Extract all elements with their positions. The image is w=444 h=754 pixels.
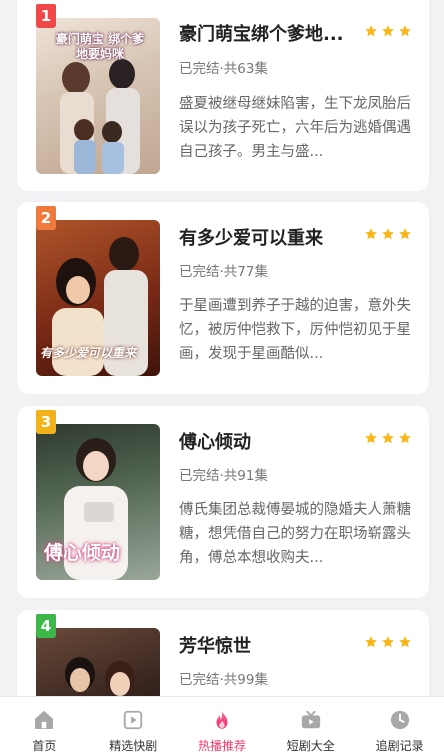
tv-icon — [301, 710, 320, 729]
rating-stars — [364, 24, 412, 38]
drama-title[interactable]: 豪门萌宝绑个爹地... — [179, 20, 357, 46]
tab-label: 精选快剧 — [109, 739, 158, 753]
episode-status: 已完结·共99集 — [179, 672, 268, 688]
home-icon — [35, 711, 54, 729]
drama-poster[interactable]: 有多少爱可以重来 — [36, 220, 160, 376]
drama-title[interactable]: 傅心倾动 — [179, 428, 357, 454]
tab-label: 首页 — [32, 739, 57, 753]
poster-title: 豪门萌宝 绑个爹地要妈咪 — [55, 32, 145, 61]
drama-description: 傅氏集团总裁傅晏城的隐婚夫人萧糖糖，想凭借自己的努力在职场崭露头角，傅总本想收购… — [179, 502, 411, 566]
drama-feed[interactable]: 1 豪门萌宝 绑个爹地要妈咪 豪门萌宝绑个爹地... 已完结·共63集 盛夏被继… — [0, 0, 444, 696]
episode-status: 已完结·共91集 — [179, 468, 268, 484]
tab-hot[interactable]: 热播推荐 — [178, 697, 267, 754]
star-icon — [382, 432, 394, 444]
drama-card[interactable]: 3 傅心倾动 傅心倾动 已完结·共91集 傅氏集团总裁傅晏城的隐婚夫人萧糖糖，想… — [17, 406, 429, 598]
rank-badge: 4 — [36, 614, 56, 638]
star-icon — [382, 25, 394, 37]
drama-description: 于星画遭到养子于越的迫害，意外失忆，被厉仲恺救下，厉仲恺初见于星画，发现于星画酷… — [179, 298, 411, 362]
drama-description: 盛夏被继母继妹陷害，生下龙凤胎后误以为孩子死亡，六年后为逃婚偶遇自己孩子。男主与… — [179, 96, 411, 160]
drama-poster[interactable] — [36, 628, 160, 696]
star-icon — [365, 228, 377, 240]
drama-poster[interactable]: 傅心倾动 — [36, 424, 160, 580]
rank-badge: 2 — [36, 206, 56, 230]
star-icon — [399, 636, 411, 648]
poster-title: 傅心倾动 — [44, 542, 121, 564]
drama-card[interactable]: 2 有多少爱可以重来 有多少爱可以重来 已完结·共77集 于星画遭到养子于越的迫… — [17, 202, 429, 394]
rank-badge: 3 — [36, 410, 56, 434]
tab-home[interactable]: 首页 — [0, 697, 89, 754]
star-icon — [399, 25, 411, 37]
star-icon — [382, 636, 394, 648]
episode-status: 已完结·共63集 — [179, 61, 268, 77]
tab-label: 追剧记录 — [375, 739, 424, 753]
drama-title[interactable]: 有多少爱可以重来 — [179, 224, 357, 250]
flame-icon — [216, 710, 228, 729]
rating-stars — [364, 227, 412, 241]
tab-label: 热播推荐 — [197, 739, 246, 753]
episode-status: 已完结·共77集 — [179, 264, 268, 280]
rating-stars — [364, 431, 412, 445]
drama-poster[interactable]: 豪门萌宝 绑个爹地要妈咪 — [36, 18, 160, 174]
bottom-tab-bar: 首页 精选快剧 热播推荐 短剧大全 追剧记录 — [0, 696, 444, 754]
star-icon — [399, 432, 411, 444]
star-icon — [399, 228, 411, 240]
rank-badge: 1 — [36, 4, 56, 28]
star-icon — [382, 228, 394, 240]
drama-card[interactable]: 4 芳华惊世 已完结·共99集 — [17, 610, 429, 696]
star-icon — [365, 432, 377, 444]
tab-history[interactable]: 追剧记录 — [355, 697, 444, 754]
poster-title: 有多少爱可以重来 — [40, 346, 137, 360]
clock-icon — [390, 710, 409, 730]
tab-featured[interactable]: 精选快剧 — [89, 697, 178, 754]
drama-title[interactable]: 芳华惊世 — [179, 632, 357, 658]
play-icon — [124, 710, 143, 730]
star-icon — [365, 25, 377, 37]
star-icon — [365, 636, 377, 648]
drama-card[interactable]: 1 豪门萌宝 绑个爹地要妈咪 豪门萌宝绑个爹地... 已完结·共63集 盛夏被继… — [17, 0, 429, 191]
tab-all-dramas[interactable]: 短剧大全 — [266, 697, 355, 754]
rating-stars — [364, 635, 412, 649]
tab-label: 短剧大全 — [286, 739, 335, 753]
poster-artwork — [65, 657, 135, 696]
